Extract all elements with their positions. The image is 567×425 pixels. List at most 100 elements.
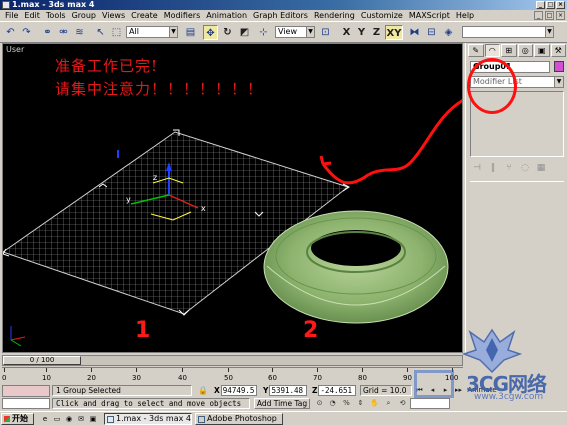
current-frame-field[interactable] [410, 398, 450, 409]
pan-icon[interactable]: ✋ [369, 398, 380, 409]
redo-icon[interactable]: ↷ [19, 25, 34, 40]
mirror-icon[interactable]: ⧓ [407, 25, 422, 40]
menu-file[interactable]: File [2, 10, 21, 21]
axis-z-button[interactable]: Z [369, 25, 384, 40]
menu-customize[interactable]: Customize [358, 10, 406, 21]
ref-coord-system-select[interactable]: View ▼ [275, 26, 315, 38]
angle-snap-icon[interactable]: ◔ [327, 398, 338, 409]
selection-lock-icon[interactable]: 🔒 [198, 386, 208, 395]
task-photoshop[interactable]: Adobe Photoshop [195, 413, 283, 425]
prompt-line: Click and drag to select and move object… [52, 398, 250, 409]
named-selection-select[interactable]: ▼ [462, 26, 554, 38]
menu-group[interactable]: Group [69, 10, 99, 21]
time-slider-thumb[interactable]: 0 / 100 [3, 356, 81, 365]
orbit-icon[interactable]: ⟲ [397, 398, 408, 409]
axis-xy-button[interactable]: XY [385, 25, 403, 40]
render-icon[interactable]: ◈ [441, 25, 456, 40]
x-coordinate-field[interactable]: 94749.5 [220, 385, 257, 396]
maxscript-listener-input[interactable] [2, 398, 50, 409]
link-icon[interactable]: ⚭ [40, 25, 55, 40]
snap-toggle-icon[interactable]: ⊙ [314, 398, 325, 409]
next-frame-icon[interactable]: ▸▸ [453, 385, 464, 396]
quicklaunch-ie-icon[interactable]: e [40, 414, 50, 424]
tick-label: 70 [313, 374, 322, 382]
bind-space-warp-icon[interactable]: ≋ [72, 25, 87, 40]
minimize-button[interactable]: _ [536, 1, 545, 9]
menu-rendering[interactable]: Rendering [311, 10, 358, 21]
hierarchy-tab[interactable]: ⊞ [501, 44, 517, 57]
animate-button[interactable]: Animate [466, 385, 498, 396]
menu-animation[interactable]: Animation [203, 10, 250, 21]
use-pivot-center-icon[interactable]: ⊡ [318, 25, 333, 40]
menu-edit[interactable]: Edit [21, 10, 43, 21]
axis-x-button[interactable]: X [339, 25, 354, 40]
tick-mark [228, 368, 229, 372]
ref-coord-value: View [278, 27, 297, 36]
quicklaunch-desktop-icon[interactable]: ▭ [52, 414, 62, 424]
menu-help[interactable]: Help [453, 10, 477, 21]
menu-modifiers[interactable]: Modifiers [161, 10, 204, 21]
tick-mark [136, 368, 137, 372]
quicklaunch-app-icon[interactable]: ▣ [88, 414, 98, 424]
display-tab[interactable]: ▣ [534, 44, 550, 57]
pin-stack-icon[interactable]: ⊣ [470, 163, 484, 177]
configure-sets-icon[interactable]: ▦ [534, 163, 548, 177]
z-coordinate-field[interactable]: -24.651 [318, 385, 357, 396]
zoom-icon[interactable]: ⌕ [383, 398, 394, 409]
percent-snap-icon[interactable]: % [341, 398, 352, 409]
previous-frame-icon[interactable]: ◂ [427, 385, 438, 396]
modify-tab[interactable]: ◠ [484, 44, 500, 57]
maximize-button[interactable]: □ [546, 1, 555, 9]
add-time-tag-button[interactable]: Add Time Tag [254, 398, 310, 409]
quicklaunch-media-icon[interactable]: ◉ [64, 414, 74, 424]
spinner-snap-icon[interactable]: ⇕ [355, 398, 366, 409]
menu-views[interactable]: Views [99, 10, 128, 21]
doc-minimize-icon[interactable]: _ [534, 11, 543, 20]
move-icon[interactable]: ✥ [203, 25, 218, 40]
menu-create[interactable]: Create [128, 10, 161, 21]
undo-icon[interactable]: ↶ [3, 25, 18, 40]
make-unique-icon[interactable]: ⑂ [502, 163, 516, 177]
rotate-icon[interactable]: ↻ [220, 25, 235, 40]
close-button[interactable]: × [556, 1, 565, 9]
motion-tab[interactable]: ◎ [517, 44, 533, 57]
user-viewport[interactable]: User 准备工作已完! 请集中注意力！！！！！！！ y x z 1 2 [2, 43, 463, 353]
select-icon[interactable]: ↖ [93, 25, 108, 40]
torus-object[interactable] [263, 210, 449, 324]
create-tab[interactable]: ✎ [468, 44, 484, 57]
align-icon[interactable]: ⊟ [424, 25, 439, 40]
time-slider-value: 0 / 100 [29, 356, 55, 364]
start-button[interactable]: 开始 [1, 413, 34, 425]
show-end-result-icon[interactable]: ‖ [486, 163, 500, 177]
doc-close-icon[interactable]: × [556, 11, 565, 20]
quicklaunch-outlook-icon[interactable]: ✉ [76, 414, 86, 424]
pivot-icon[interactable]: ⊹ [256, 25, 271, 40]
doc-restore-icon[interactable]: □ [545, 11, 554, 20]
play-icon[interactable]: ▸ [440, 385, 451, 396]
red-circle-annotation [467, 58, 517, 114]
select-by-name-icon[interactable]: ▤ [183, 25, 198, 40]
menu-tools[interactable]: Tools [43, 10, 69, 21]
region-select-icon[interactable]: ⬚ [109, 25, 124, 40]
selection-filter-select[interactable]: All ▼ [126, 26, 178, 38]
utilities-tab[interactable]: ⚒ [550, 44, 566, 57]
tick-mark [182, 368, 183, 372]
task-3dsmax-label: 1.max - 3ds max 4 [116, 414, 191, 423]
panel-divider [470, 181, 564, 182]
task-3dsmax[interactable]: 1.max - 3ds max 4 [104, 413, 192, 425]
viewport-scene: y x z [3, 99, 462, 347]
scale-icon[interactable]: ◩ [237, 25, 252, 40]
maxscript-listener-mini[interactable] [2, 385, 50, 397]
menu-maxscript[interactable]: MAXScript [406, 10, 453, 21]
go-to-start-icon[interactable]: ⏮ [414, 385, 425, 396]
app-icon [2, 1, 10, 9]
y-coordinate-field[interactable]: 5391.48 [269, 385, 308, 396]
menu-graph-editors[interactable]: Graph Editors [250, 10, 311, 21]
unlink-icon[interactable]: ⚮ [56, 25, 71, 40]
axis-y-button[interactable]: Y [354, 25, 369, 40]
track-bar[interactable]: 0 10 20 30 40 50 60 70 80 90 100 [2, 367, 463, 383]
remove-modifier-icon[interactable]: ◌ [518, 163, 532, 177]
object-color-swatch[interactable] [554, 61, 564, 72]
time-slider[interactable]: 0 / 100 [2, 355, 463, 366]
tick-label: 40 [178, 374, 187, 382]
